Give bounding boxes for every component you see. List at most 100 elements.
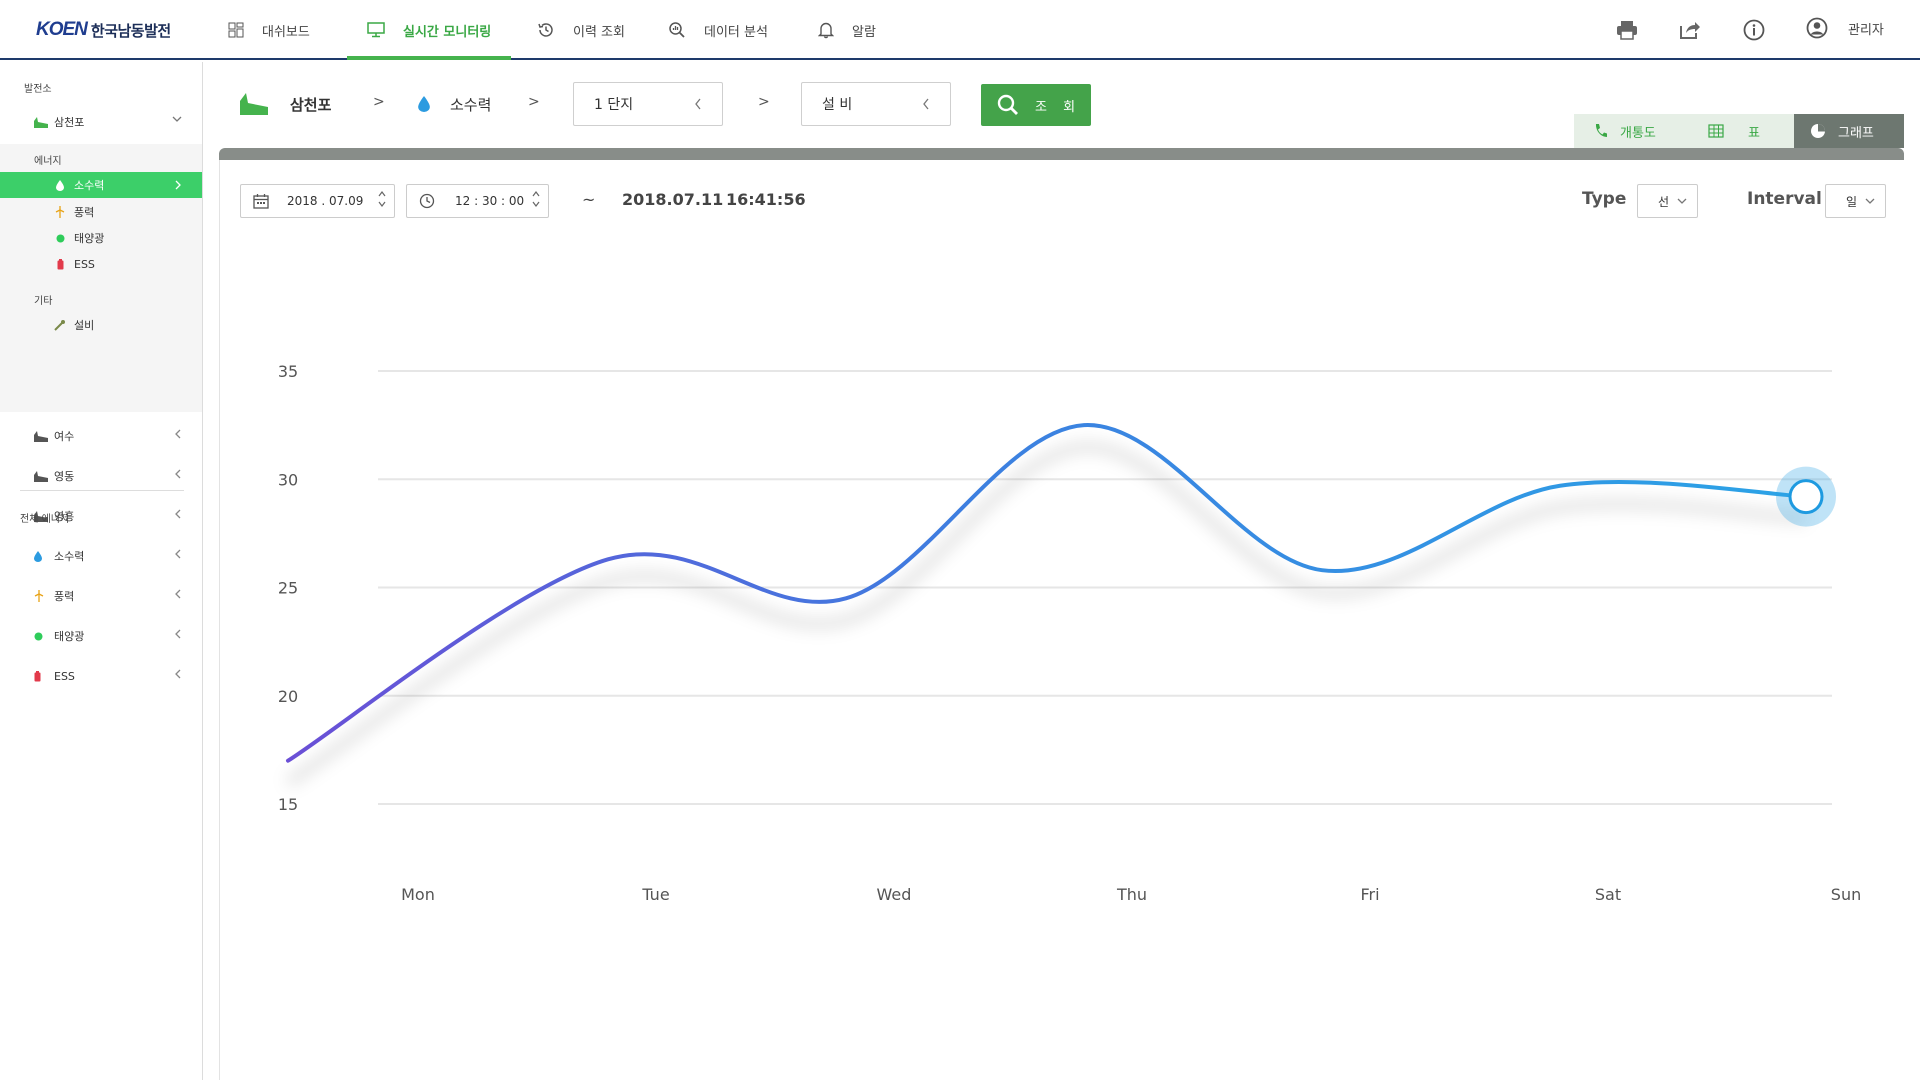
tab-graph[interactable]: 그래프 — [1794, 114, 1904, 148]
x-tick-label: Thu — [1116, 885, 1147, 904]
chevron-down-icon[interactable] — [378, 199, 386, 209]
nav-dashboard-label: 대쉬보드 — [262, 24, 310, 40]
end-time: 16:41:56 — [726, 190, 806, 209]
sidebar-divider — [20, 490, 184, 491]
y-tick-label: 25 — [278, 579, 298, 598]
nav-alarm-label: 알람 — [852, 24, 876, 40]
breadcrumb-separator: > — [528, 94, 540, 110]
y-tick-label: 15 — [278, 795, 298, 814]
sidebar-item-small-hydro[interactable]: 소수력 — [0, 172, 202, 198]
date-stepper[interactable] — [378, 189, 386, 209]
search-icon — [997, 94, 1018, 115]
tab-table[interactable]: 표 — [1708, 114, 1760, 148]
history-icon — [538, 23, 553, 37]
start-date-picker[interactable]: 2018 . 07.09 — [240, 184, 395, 218]
sidebar-item-label: 소수력 — [54, 550, 85, 563]
breadcrumb-energy: 소수력 — [418, 84, 491, 124]
share-icon[interactable] — [1677, 17, 1703, 43]
tab-diagram-label: 개통도 — [1620, 125, 1656, 141]
sidebar-all-ess[interactable]: ESS — [0, 656, 202, 696]
x-tick-label: Fri — [1360, 885, 1379, 904]
sidebar-plant-yeosu[interactable]: 여수 — [0, 416, 202, 456]
user-name: 관리자 — [1848, 22, 1884, 38]
data-point[interactable] — [1788, 479, 1824, 515]
sidebar-item-wind[interactable]: 풍력 — [0, 199, 202, 225]
chevron-left-icon — [175, 509, 181, 519]
sidebar-item-label: 풍력 — [74, 206, 95, 219]
sidebar-plant-samcheonpo[interactable]: 삼천포 — [0, 102, 202, 142]
analysis-icon — [669, 22, 685, 38]
print-icon[interactable] — [1614, 17, 1640, 43]
calendar-icon — [253, 194, 269, 209]
sidebar-item-label: 소수력 — [74, 179, 105, 192]
nav-data-analysis[interactable]: 데이터 분석 — [668, 0, 768, 60]
plant-icon — [240, 93, 268, 115]
sidebar-all-solar[interactable]: 태양광 — [0, 616, 202, 656]
wind-icon — [34, 590, 48, 602]
sidebar-item-label: 태양광 — [54, 630, 85, 643]
x-tick-label: Tue — [641, 885, 669, 904]
x-tick-label: Wed — [877, 885, 912, 904]
equipment-select[interactable]: 설 비 — [801, 82, 951, 126]
nav-alarm[interactable]: 알람 — [818, 0, 876, 60]
y-tick-label: 20 — [278, 687, 298, 706]
breadcrumb-separator: > — [758, 94, 770, 110]
sidebar-plant-label: 영동 — [54, 470, 75, 483]
tab-diagram[interactable]: 개통도 — [1594, 114, 1656, 148]
sidebar-item-label: 태양광 — [74, 232, 105, 245]
plant-icon — [34, 116, 48, 128]
monitor-icon — [367, 22, 385, 38]
unit-select-value: 1 단지 — [594, 97, 634, 113]
range-tilde: ~ — [582, 190, 596, 209]
user-avatar-icon — [1806, 17, 1828, 39]
chevron-left-icon — [175, 669, 181, 679]
nav-history-label: 이력 조회 — [573, 24, 625, 40]
sidebar-all-wind[interactable]: 풍력 — [0, 576, 202, 616]
chevron-left-icon — [923, 98, 929, 110]
chevron-down-icon — [172, 116, 182, 122]
koen-logo[interactable]: KOEN 한국남동발전 — [36, 18, 171, 42]
interval-label: Interval — [1747, 189, 1822, 209]
start-time-picker[interactable]: 12 : 30 : 00 — [406, 184, 549, 218]
chevron-left-icon — [175, 629, 181, 639]
sidebar-item-equipment[interactable]: 설비 — [0, 312, 202, 338]
chevron-left-icon — [695, 98, 701, 110]
chevron-left-icon — [175, 589, 181, 599]
sidebar-item-ess[interactable]: ESS — [0, 251, 202, 277]
sidebar-group-etc: 기타 — [34, 296, 53, 307]
unit-select[interactable]: 1 단지 — [573, 82, 723, 126]
nav-realtime-monitoring[interactable]: 실시간 모니터링 — [346, 0, 512, 60]
sidebar-plant-label: 여수 — [54, 430, 75, 443]
sidebar-section-all-energy: 전체 에너지 — [20, 514, 70, 525]
user-menu[interactable]: 관리자 — [1806, 17, 1884, 39]
dashboard-icon — [228, 22, 244, 38]
sidebar-all-small-hydro[interactable]: 소수력 — [0, 536, 202, 576]
sidebar-plant-label: 삼천포 — [54, 116, 85, 129]
chevron-left-icon — [175, 469, 181, 479]
time-stepper[interactable] — [532, 189, 540, 209]
chevron-up-icon[interactable] — [532, 189, 540, 199]
search-button-label: 조 회 — [1035, 99, 1082, 115]
breadcrumb-plant: 삼천포 — [240, 84, 331, 124]
search-button[interactable]: 조 회 — [981, 84, 1091, 126]
start-time-value: 12 : 30 : 00 — [455, 194, 525, 208]
chevron-left-icon — [175, 429, 181, 439]
chevron-down-icon — [1865, 198, 1875, 204]
plant-icon — [34, 470, 48, 482]
sidebar-item-solar[interactable]: 태양광 — [0, 225, 202, 251]
chevron-left-icon — [175, 549, 181, 559]
sidebar: 발전소 삼천포 에너지 소수력 풍력 태양광 ESS 기타 설비 여수 영동 영… — [0, 62, 203, 1080]
interval-select[interactable]: 일 — [1825, 184, 1886, 218]
solar-icon — [34, 632, 48, 641]
breadcrumb-plant-label: 삼천포 — [290, 95, 332, 114]
nav-dashboard[interactable]: 대쉬보드 — [228, 0, 310, 60]
info-icon[interactable] — [1741, 17, 1767, 43]
nav-history[interactable]: 이력 조회 — [537, 0, 625, 60]
chevron-down-icon[interactable] — [532, 199, 540, 209]
x-tick-label: Mon — [401, 885, 435, 904]
start-date-value: 2018 . 07.09 — [287, 194, 364, 208]
type-select[interactable]: 선 — [1637, 184, 1698, 218]
panel-header-bar — [219, 148, 1904, 160]
sidebar-item-label: ESS — [74, 257, 95, 271]
chevron-up-icon[interactable] — [378, 189, 386, 199]
